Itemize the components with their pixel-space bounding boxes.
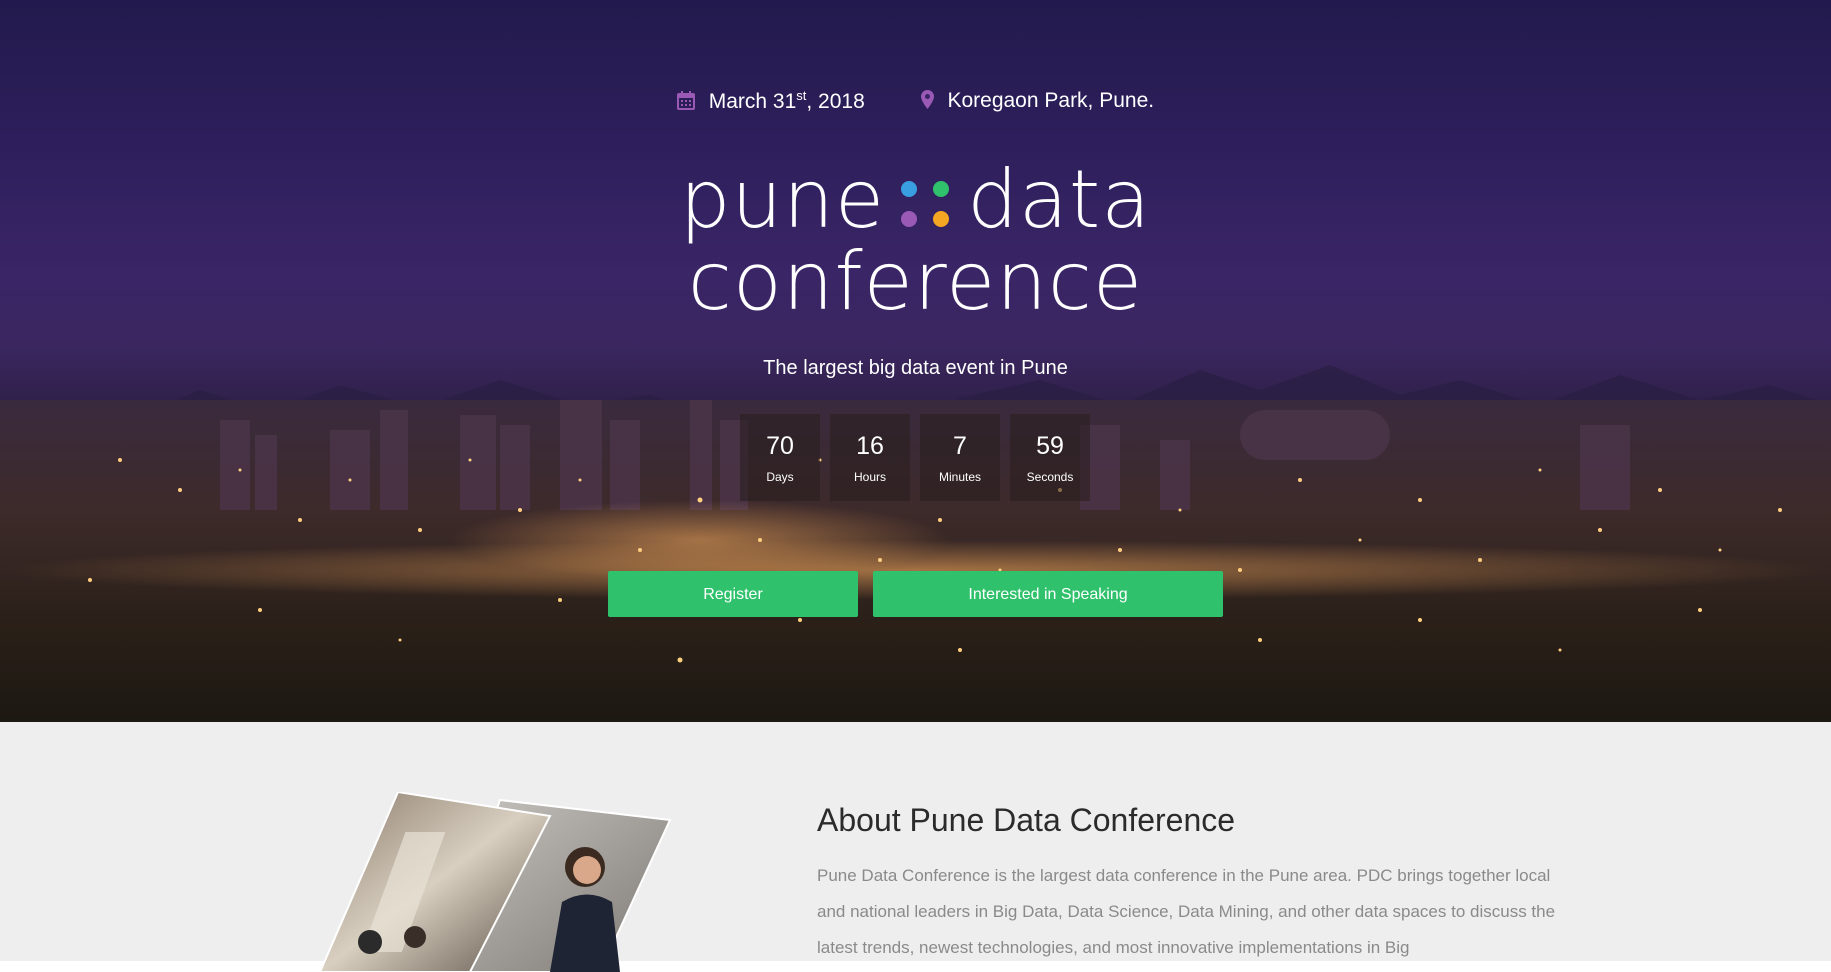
countdown-days: 70 Days (740, 414, 820, 501)
event-meta: March 31st, 2018 Koregaon Park, Pune. (0, 88, 1831, 114)
location-text: Koregaon Park, Pune. (947, 89, 1155, 112)
register-button[interactable]: Register (608, 571, 858, 617)
countdown-minutes-label: Minutes (938, 470, 982, 484)
logo-word-pune: pune (679, 153, 886, 246)
logo-dot-blue (901, 181, 918, 197)
countdown-days-label: Days (766, 470, 794, 484)
countdown-seconds: 59 Seconds (1010, 414, 1090, 501)
logo-word-conference: conference (687, 235, 1144, 328)
countdown-days-value: 70 (766, 432, 794, 460)
date-suffix: st (796, 88, 807, 103)
countdown-minutes-value: 7 (953, 432, 967, 460)
countdown-timer: 70 Days 16 Hours 7 Minutes 59 Seconds (740, 414, 1100, 501)
logo-line-2: conference (0, 242, 1831, 324)
logo-dot-orange (933, 211, 950, 227)
event-date: March 31st, 2018 (676, 88, 865, 114)
map-pin-icon (920, 89, 948, 112)
countdown-hours: 16 Hours (830, 414, 910, 501)
hero-section: March 31st, 2018 Koregaon Park, Pune. pu… (0, 0, 1831, 722)
calendar-icon (676, 90, 709, 113)
logo-dot-green (933, 181, 950, 197)
about-title: About Pune Data Conference (817, 802, 1236, 838)
about-description: Pune Data Conference is the largest data… (817, 866, 1556, 957)
logo-line-1: pune data (0, 160, 1831, 242)
interested-in-speaking-button[interactable]: Interested in Speaking (873, 571, 1223, 617)
countdown-seconds-value: 59 (1036, 432, 1064, 460)
countdown-seconds-label: Seconds (1026, 470, 1074, 484)
about-section: About Pune Data Conference Pune Data Con… (0, 722, 1831, 972)
countdown-hours-value: 16 (856, 432, 884, 460)
countdown-hours-label: Hours (853, 470, 886, 484)
tagline: The largest big data event in Pune (763, 357, 1068, 379)
logo-word-data: data (967, 153, 1152, 246)
date-text: March 31 (708, 90, 797, 113)
date-year: , 2018 (806, 90, 865, 113)
logo-dot-purple (901, 211, 918, 227)
countdown-minutes: 7 Minutes (920, 414, 1000, 501)
event-location: Koregaon Park, Pune. (920, 89, 1155, 113)
about-photos (318, 792, 672, 972)
logo-dots-icon (901, 181, 953, 233)
conference-logo: pune data conference (0, 160, 1831, 324)
